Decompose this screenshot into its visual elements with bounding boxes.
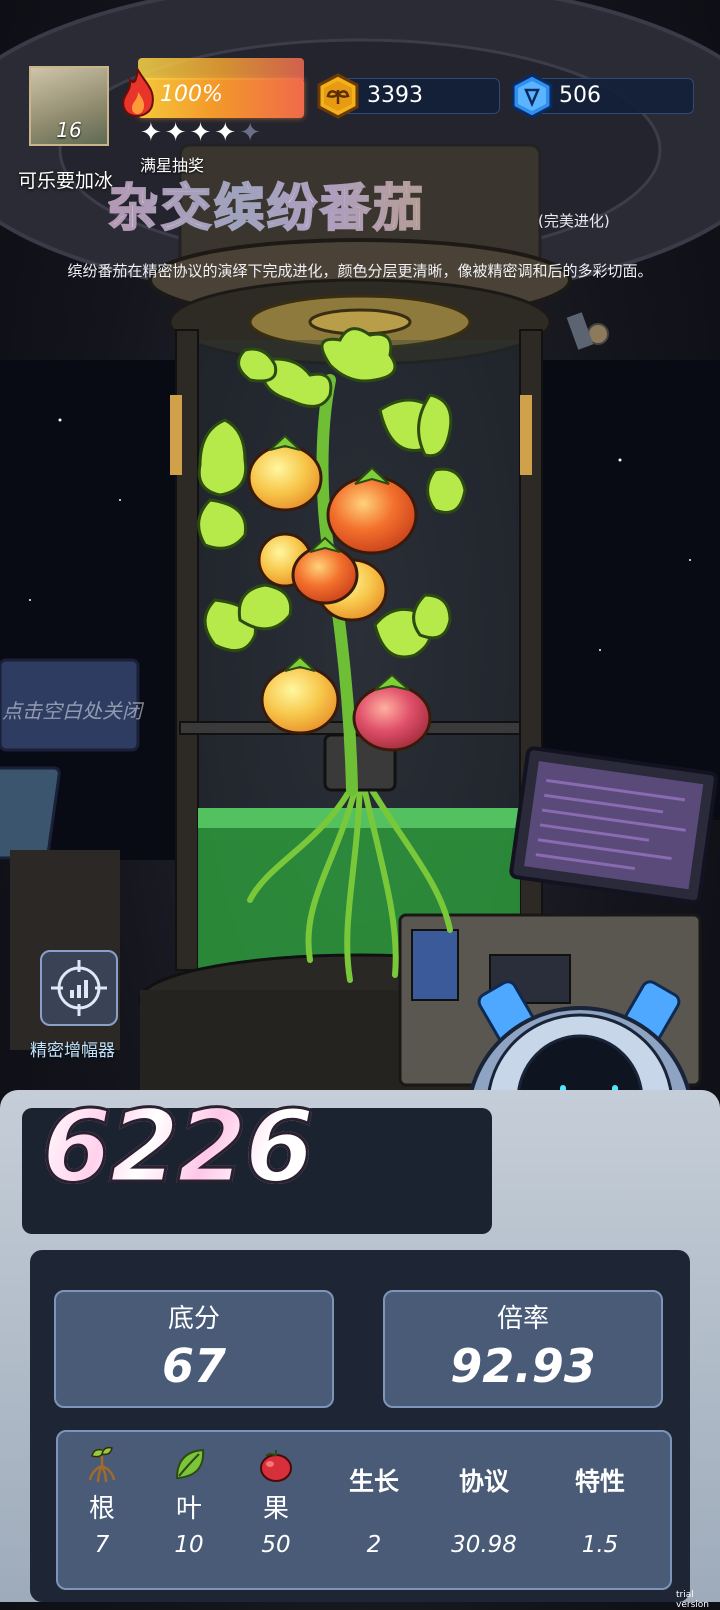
- attr-fruit: 果 50: [232, 1432, 320, 1582]
- star-icon: ✦: [140, 118, 165, 148]
- attr-root: 根 7: [58, 1432, 146, 1582]
- leaf-icon: [175, 1448, 205, 1480]
- attr-protocol-label: 协议: [458, 1467, 509, 1496]
- coin-icon: [317, 73, 359, 119]
- amplifier-target-icon: [51, 960, 107, 1016]
- flame-icon: [122, 68, 154, 117]
- attr-protocol: 协议 30.98: [440, 1432, 528, 1582]
- attribute-table: 根 7 叶 10 果 50 生长 2 协议 30.98 特性 1.5: [56, 1430, 672, 1590]
- satellite-icon: [566, 312, 609, 350]
- base-score-label: 底分: [167, 1304, 220, 1334]
- gem-icon: [511, 73, 553, 119]
- base-score-card: 底分 67: [54, 1290, 334, 1408]
- multiplier-label: 倍率: [496, 1304, 549, 1334]
- star-empty-icon: ✦: [239, 118, 264, 148]
- attr-growth-label: 生长: [348, 1467, 399, 1496]
- energy-percent: 100%: [160, 82, 223, 107]
- evolution-tag: (完美进化): [538, 212, 610, 230]
- attr-root-value: 7: [94, 1532, 110, 1558]
- star-rating: ✦✦✦✦✦: [140, 118, 264, 148]
- star-icon: ✦: [214, 118, 240, 148]
- total-score: 6226: [40, 1087, 315, 1207]
- attr-root-label: 根: [88, 1494, 115, 1524]
- attr-leaf-value: 10: [174, 1532, 204, 1558]
- attr-leaf-label: 叶: [175, 1494, 202, 1524]
- player-avatar[interactable]: 16: [29, 66, 109, 146]
- gem-amount: 506: [559, 83, 601, 108]
- player-level: 16: [56, 118, 82, 142]
- star-icon: ✦: [189, 118, 215, 148]
- attr-protocol-value: 30.98: [451, 1532, 517, 1558]
- trial-watermark: trial version: [676, 1590, 709, 1610]
- attr-fruit-label: 果: [262, 1494, 289, 1524]
- multiplier-card: 倍率 92.93: [383, 1290, 663, 1408]
- attr-fruit-value: 50: [261, 1532, 291, 1558]
- attr-trait-label: 特性: [574, 1467, 625, 1496]
- attr-trait-value: 1.5: [581, 1532, 619, 1558]
- star-icon: ✦: [164, 118, 190, 148]
- attr-leaf: 叶 10: [145, 1432, 233, 1582]
- attr-growth: 生长 2: [330, 1432, 418, 1582]
- fruit-icon: [260, 1450, 292, 1482]
- base-score-value: 67: [161, 1339, 226, 1393]
- close-hint[interactable]: 点击空白处关闭: [2, 695, 142, 724]
- plant-name: 杂交缤纷番茄: [107, 168, 426, 240]
- precision-amplifier-label: 精密增幅器: [30, 1041, 115, 1061]
- multiplier-value: 92.93: [450, 1339, 596, 1393]
- attr-trait: 特性 1.5: [556, 1432, 644, 1582]
- precision-amplifier-button[interactable]: [40, 950, 118, 1026]
- player-nickname: 可乐要加冰: [18, 170, 114, 192]
- attr-growth-value: 2: [366, 1532, 382, 1558]
- plant-description: 缤纷番茄在精密协议的演绎下完成进化，颜色分层更清晰，像被精密调和后的多彩切面。: [67, 262, 653, 280]
- coin-amount: 3393: [367, 83, 423, 108]
- root-icon: [88, 1446, 116, 1483]
